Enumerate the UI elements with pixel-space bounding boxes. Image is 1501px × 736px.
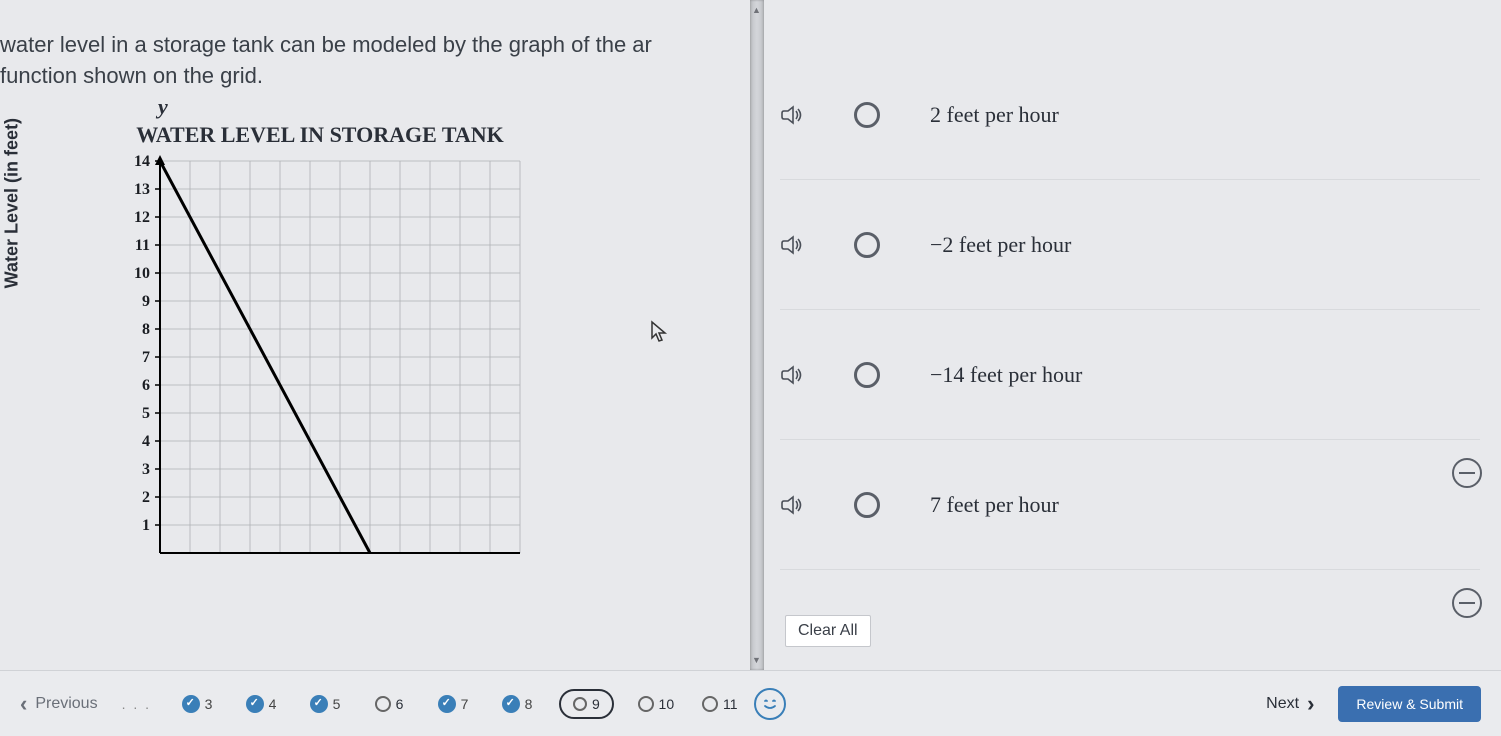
footer-nav: Previous . . . 3456789 10 11 Next Review &… bbox=[0, 670, 1501, 736]
speak-icon[interactable] bbox=[780, 233, 804, 257]
cursor-icon bbox=[650, 320, 670, 344]
chart-container: y WATER LEVEL IN STORAGE TANK Water Leve… bbox=[60, 122, 730, 573]
eliminate-d-button[interactable] bbox=[1452, 588, 1482, 618]
option-c-text: −14 feet per hour bbox=[930, 362, 1082, 388]
chart-svg: 1234567891011121314 bbox=[60, 153, 540, 573]
question-nav-9[interactable]: 9 bbox=[559, 689, 614, 719]
svg-text:5: 5 bbox=[142, 405, 150, 422]
question-nav-4[interactable]: 4 bbox=[239, 689, 283, 719]
question-panel: water level in a storage tank can be mod… bbox=[0, 0, 750, 670]
divider-up-icon[interactable] bbox=[752, 0, 762, 10]
radio-c[interactable] bbox=[854, 362, 880, 388]
option-d-text: 7 feet per hour bbox=[930, 492, 1059, 518]
question-nav-5[interactable]: 5 bbox=[303, 689, 347, 719]
svg-text:14: 14 bbox=[134, 153, 150, 170]
svg-text:12: 12 bbox=[134, 209, 150, 226]
svg-text:1: 1 bbox=[142, 517, 150, 534]
question-nav: 3456789 10 11 bbox=[175, 689, 742, 719]
speak-icon[interactable] bbox=[780, 363, 804, 387]
svg-text:6: 6 bbox=[142, 377, 150, 394]
radio-b[interactable] bbox=[854, 232, 880, 258]
svg-text:13: 13 bbox=[134, 181, 150, 198]
svg-text:2: 2 bbox=[142, 489, 150, 506]
y-variable-label: y bbox=[158, 94, 168, 120]
speak-icon[interactable] bbox=[780, 103, 804, 127]
previous-button[interactable]: Previous bbox=[20, 691, 98, 717]
question-nav-7[interactable]: 7 bbox=[431, 689, 475, 719]
chart-title: WATER LEVEL IN STORAGE TANK bbox=[130, 122, 510, 148]
question-text: water level in a storage tank can be mod… bbox=[0, 30, 730, 92]
svg-text:11: 11 bbox=[135, 237, 150, 254]
y-axis-label: Water Level (in feet) bbox=[2, 118, 23, 288]
radio-d[interactable] bbox=[854, 492, 880, 518]
svg-text:3: 3 bbox=[142, 461, 150, 478]
review-submit-button[interactable]: Review & Submit bbox=[1338, 686, 1481, 722]
option-b-text: −2 feet per hour bbox=[930, 232, 1071, 258]
svg-text:10: 10 bbox=[134, 265, 150, 282]
option-row-c[interactable]: −14 feet per hour bbox=[780, 310, 1480, 440]
svg-text:8: 8 bbox=[142, 321, 150, 338]
question-nav-8[interactable]: 8 bbox=[495, 689, 539, 719]
svg-text:7: 7 bbox=[142, 349, 150, 366]
option-a-text: 2 feet per hour bbox=[930, 102, 1059, 128]
more-dots[interactable]: . . . bbox=[122, 696, 151, 712]
svg-text:9: 9 bbox=[142, 293, 150, 310]
eliminate-c-button[interactable] bbox=[1452, 458, 1482, 488]
option-row-a[interactable]: 2 feet per hour bbox=[780, 50, 1480, 180]
question-nav-11[interactable]: 11 bbox=[698, 689, 742, 719]
answer-panel: 2 feet per hour −2 feet per hour −14 fee… bbox=[780, 50, 1480, 570]
svg-text:4: 4 bbox=[142, 433, 150, 450]
question-nav-10[interactable]: 10 bbox=[634, 689, 678, 719]
smiley-icon[interactable] bbox=[754, 688, 786, 720]
question-nav-6[interactable]: 6 bbox=[367, 689, 411, 719]
main-area: water level in a storage tank can be mod… bbox=[0, 0, 1501, 670]
option-row-d[interactable]: 7 feet per hour bbox=[780, 440, 1480, 570]
question-nav-3[interactable]: 3 bbox=[175, 689, 219, 719]
radio-a[interactable] bbox=[854, 102, 880, 128]
divider-down-icon[interactable] bbox=[752, 650, 762, 660]
next-button[interactable]: Next bbox=[1266, 691, 1314, 717]
clear-all-button[interactable]: Clear All bbox=[785, 615, 871, 647]
option-row-b[interactable]: −2 feet per hour bbox=[780, 180, 1480, 310]
pane-divider[interactable] bbox=[750, 0, 764, 670]
speak-icon[interactable] bbox=[780, 493, 804, 517]
